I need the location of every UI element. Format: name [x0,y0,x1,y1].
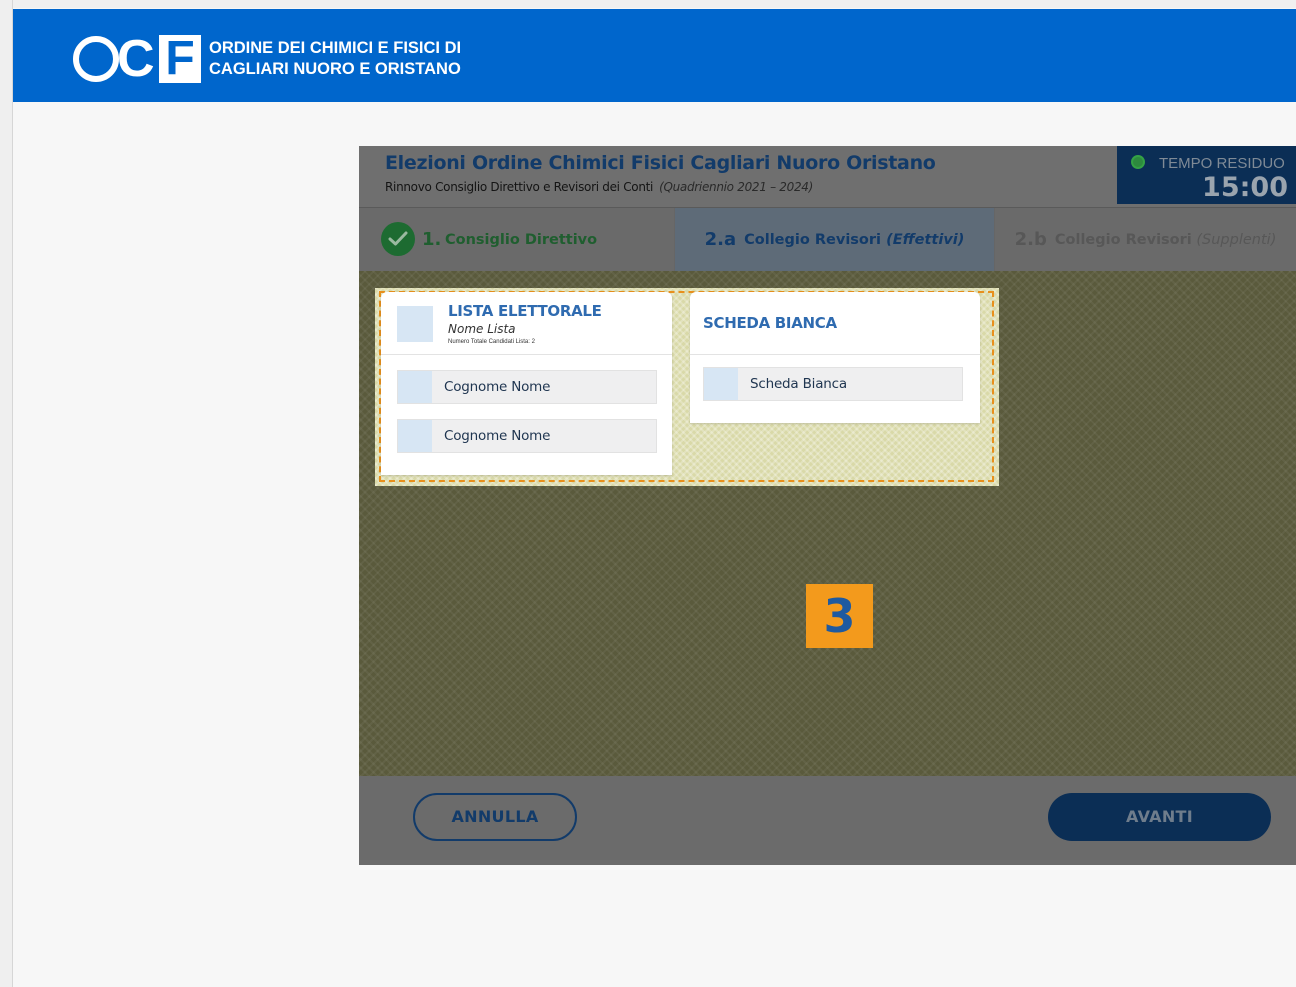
ballot-area: LISTA ELETTORALE Nome Lista Numero Total… [359,271,1296,776]
step-2b-label-text: Collegio Revisori [1054,231,1192,248]
page: C F ORDINE DEI CHIMICI E FISICI DI CAGLI… [0,0,1296,987]
scheda-bianca-label: Scheda Bianca [750,376,847,392]
candidate-name: Cognome Nome [444,379,551,395]
left-strip [0,0,13,987]
step-2b-number: 2.b [1014,229,1047,250]
election-title: Elezioni Ordine Chimici Fisici Cagliari … [385,152,936,174]
site-header: C F ORDINE DEI CHIMICI E FISICI DI CAGLI… [13,9,1296,102]
step-2a-number: 2.a [704,229,737,250]
lista-elettorale-card: LISTA ELETTORALE Nome Lista Numero Total… [381,292,672,475]
lista-candidate-count: Numero Totale Candidati Lista: 2 [448,339,535,345]
org-name-line1: ORDINE DEI CHIMICI E FISICI DI [209,39,462,57]
election-subtitle-text: Rinnovo Consiglio Direttivo e Revisori d… [385,180,654,194]
step-revisori-supplenti[interactable]: 2.b Collegio Revisori (Supplenti) [995,208,1296,271]
timer-status-icon [1131,155,1145,169]
candidate-row[interactable]: Cognome Nome [397,370,657,404]
logo-letter-f: F [165,32,195,85]
scheda-bianca-checkbox[interactable] [704,368,738,400]
election-period: (Quadriennio 2021 – 2024) [659,180,814,194]
lista-header[interactable]: LISTA ELETTORALE Nome Lista Numero Total… [381,292,672,355]
election-title-bar: Elezioni Ordine Chimici Fisici Cagliari … [359,146,1296,208]
scheda-bianca-option[interactable]: Scheda Bianca [703,367,963,401]
card-footer: ANNULLA AVANTI [359,776,1296,865]
candidate-checkbox[interactable] [398,371,432,403]
org-name-line2: CAGLIARI NUORO E ORISTANO [209,60,461,78]
step-2a-label: Collegio Revisori (Effettivi) [744,232,964,248]
scheda-bianca-card: SCHEDA BIANCA Scheda Bianca [690,292,980,423]
lista-title: LISTA ELETTORALE [448,302,602,320]
highlighted-selection-area: LISTA ELETTORALE Nome Lista Numero Total… [375,288,999,486]
scheda-bianca-header: SCHEDA BIANCA [690,292,980,355]
step-consiglio-direttivo[interactable]: 1. Consiglio Direttivo [359,208,674,271]
step-1-label: Consiglio Direttivo [445,231,598,248]
step-navigation: 1. Consiglio Direttivo 2.a Collegio Revi… [359,208,1296,271]
step-1-number: 1. [422,229,442,250]
step-2a-label-text: Collegio Revisori [744,231,881,248]
timer-panel: TEMPO RESIDUO 15:00 [1117,146,1296,204]
next-button[interactable]: AVANTI [1048,793,1271,841]
logo[interactable]: C F ORDINE DEI CHIMICI E FISICI DI CAGLI… [73,30,461,88]
step-2b-qualifier: (Supplenti) [1196,231,1277,248]
scheda-bianca-title: SCHEDA BIANCA [703,314,837,332]
lista-name: Nome Lista [448,322,516,336]
election-subtitle: Rinnovo Consiglio Direttivo e Revisori d… [385,180,813,194]
step-2b-label: Collegio Revisori (Supplenti) [1055,232,1276,248]
candidate-checkbox[interactable] [398,420,432,452]
check-icon [381,222,415,256]
logo-letter-c: C [117,30,155,88]
step-number-badge: 3 [806,584,873,648]
timer-label: TEMPO RESIDUO [1159,155,1285,172]
candidate-row[interactable]: Cognome Nome [397,419,657,453]
top-strip [0,0,1296,8]
ocf-logo-mark: C F [73,30,201,88]
step-revisori-effettivi[interactable]: 2.a Collegio Revisori (Effettivi) [675,208,994,271]
lista-checkbox[interactable] [397,306,433,342]
timer-value: 15:00 [1202,172,1288,203]
voting-card: Elezioni Ordine Chimici Fisici Cagliari … [359,146,1296,865]
org-name: ORDINE DEI CHIMICI E FISICI DI CAGLIARI … [209,38,461,80]
logo-letter-o [73,36,119,82]
logo-letter-f-box: F [159,35,201,83]
step-2a-qualifier: (Effettivi) [886,231,965,248]
candidate-name: Cognome Nome [444,428,551,444]
cancel-button[interactable]: ANNULLA [413,793,577,841]
